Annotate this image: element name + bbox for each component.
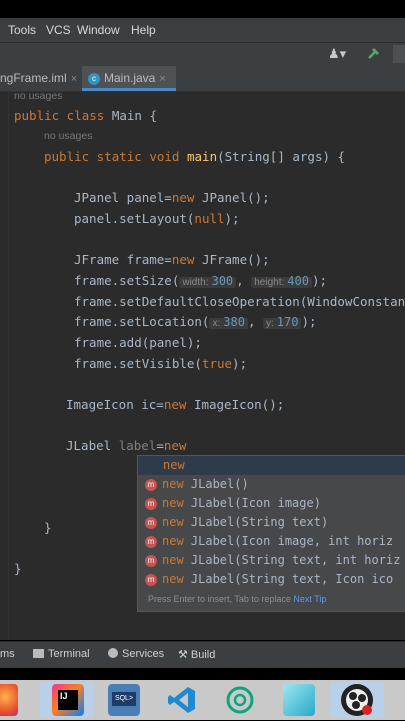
user-icon[interactable]: ♟▾	[328, 46, 346, 62]
code-line: JFrame frame=new JFrame();	[74, 252, 270, 267]
completion-item[interactable]: m new JLabel()	[145, 475, 249, 494]
problems-tab[interactable]: ms	[0, 648, 15, 660]
services-tab[interactable]: Services	[108, 648, 164, 660]
build-tab[interactable]: ⚒ Build	[178, 648, 215, 661]
terminal-tab[interactable]: Terminal	[33, 648, 90, 660]
hammer-icon: ⚒	[178, 649, 188, 661]
close-icon[interactable]: ×	[71, 73, 77, 85]
obs-icon[interactable]	[341, 684, 373, 716]
method-icon: m	[145, 478, 157, 491]
param-hint: height: 400	[251, 274, 312, 288]
menu-window[interactable]: Window	[77, 23, 120, 37]
menu-vcs[interactable]: VCS	[46, 23, 71, 37]
notes-app-icon[interactable]	[283, 684, 315, 716]
toolbar-button[interactable]	[393, 45, 405, 63]
code-line: panel.setLayout(null);	[74, 211, 240, 226]
menu-tools[interactable]: Tools	[8, 23, 36, 37]
tab-label: ngFrame.iml	[0, 71, 67, 85]
completion-item[interactable]: new	[163, 456, 185, 475]
menu-help[interactable]: Help	[131, 23, 156, 37]
editor-tabs: ngFrame.iml × c Main.java ×	[0, 66, 405, 92]
code-line: frame.add(panel);	[74, 335, 202, 350]
code-line: frame.setVisible(true);	[74, 356, 248, 371]
os-taskbar: IJ SQL>	[0, 680, 405, 720]
usage-hint: no usages	[14, 90, 63, 102]
param-hint: x: 380	[209, 315, 248, 329]
closing-brace: }	[44, 520, 52, 535]
tab-label: Main.java	[104, 71, 156, 85]
services-icon	[108, 648, 118, 658]
param-hint: y: 170	[263, 315, 302, 329]
toolbar: ♟▾	[0, 42, 405, 67]
completion-item[interactable]: m new JLabel(Icon image)	[145, 494, 321, 513]
method-icon: m	[145, 535, 157, 548]
gutter	[8, 92, 9, 640]
chatgpt-icon[interactable]	[224, 684, 256, 716]
code-completion-popup: new m new JLabel() m new JLabel(Icon image…	[137, 455, 405, 612]
method-icon: m	[145, 554, 157, 567]
tool-window-bar: ms Terminal Services ⚒ Build	[0, 641, 405, 668]
code-line: frame.setDefaultCloseOperation(WindowCon…	[74, 294, 405, 309]
close-icon[interactable]: ×	[159, 73, 165, 85]
java-class-icon: c	[88, 72, 100, 85]
main-method-declaration: public static void main(String[] args) {	[44, 149, 346, 164]
tab-main-java[interactable]: c Main.java ×	[82, 66, 176, 91]
code-line: frame.setSize(width: 300, height: 400);	[74, 273, 328, 288]
completion-item[interactable]: m new JLabel(String text, Icon ico	[145, 570, 393, 589]
usage-hint: no usages	[44, 130, 93, 142]
screen-top-border	[0, 0, 405, 18]
vscode-icon[interactable]	[166, 684, 198, 716]
firefox-icon[interactable]	[0, 684, 18, 716]
code-line: ImageIcon ic=new ImageIcon();	[66, 397, 285, 412]
terminal-icon	[33, 649, 44, 658]
param-hint: width: 300	[179, 274, 237, 288]
intellij-icon[interactable]: IJ	[52, 684, 84, 716]
completion-item[interactable]: m new JLabel(String text, int horiz	[145, 551, 400, 570]
method-icon: m	[145, 497, 157, 510]
method-icon: m	[145, 516, 157, 529]
code-line-current: JLabel label=new	[66, 438, 187, 453]
code-line: frame.setLocation(x: 380, y: 170);	[74, 314, 317, 329]
next-tip-link[interactable]: Next Tip	[293, 594, 326, 604]
completion-item[interactable]: m new JLabel(String text)	[145, 513, 328, 532]
class-declaration: public class Main {	[14, 108, 157, 123]
completion-footer: Press Enter to insert, Tab to replace Ne…	[148, 594, 327, 604]
completion-item[interactable]: m new JLabel(Icon image, int horiz	[145, 532, 393, 551]
menu-bar: Tools VCS Window Help	[0, 18, 405, 42]
code-line: JPanel panel=new JPanel();	[74, 190, 270, 205]
closing-brace: }	[14, 561, 22, 576]
build-hammer-icon[interactable]	[366, 45, 382, 66]
method-icon: m	[145, 573, 157, 586]
tab-ngframe-iml[interactable]: ngFrame.iml ×	[0, 66, 77, 91]
sql-tool-icon[interactable]: SQL>	[108, 684, 140, 716]
